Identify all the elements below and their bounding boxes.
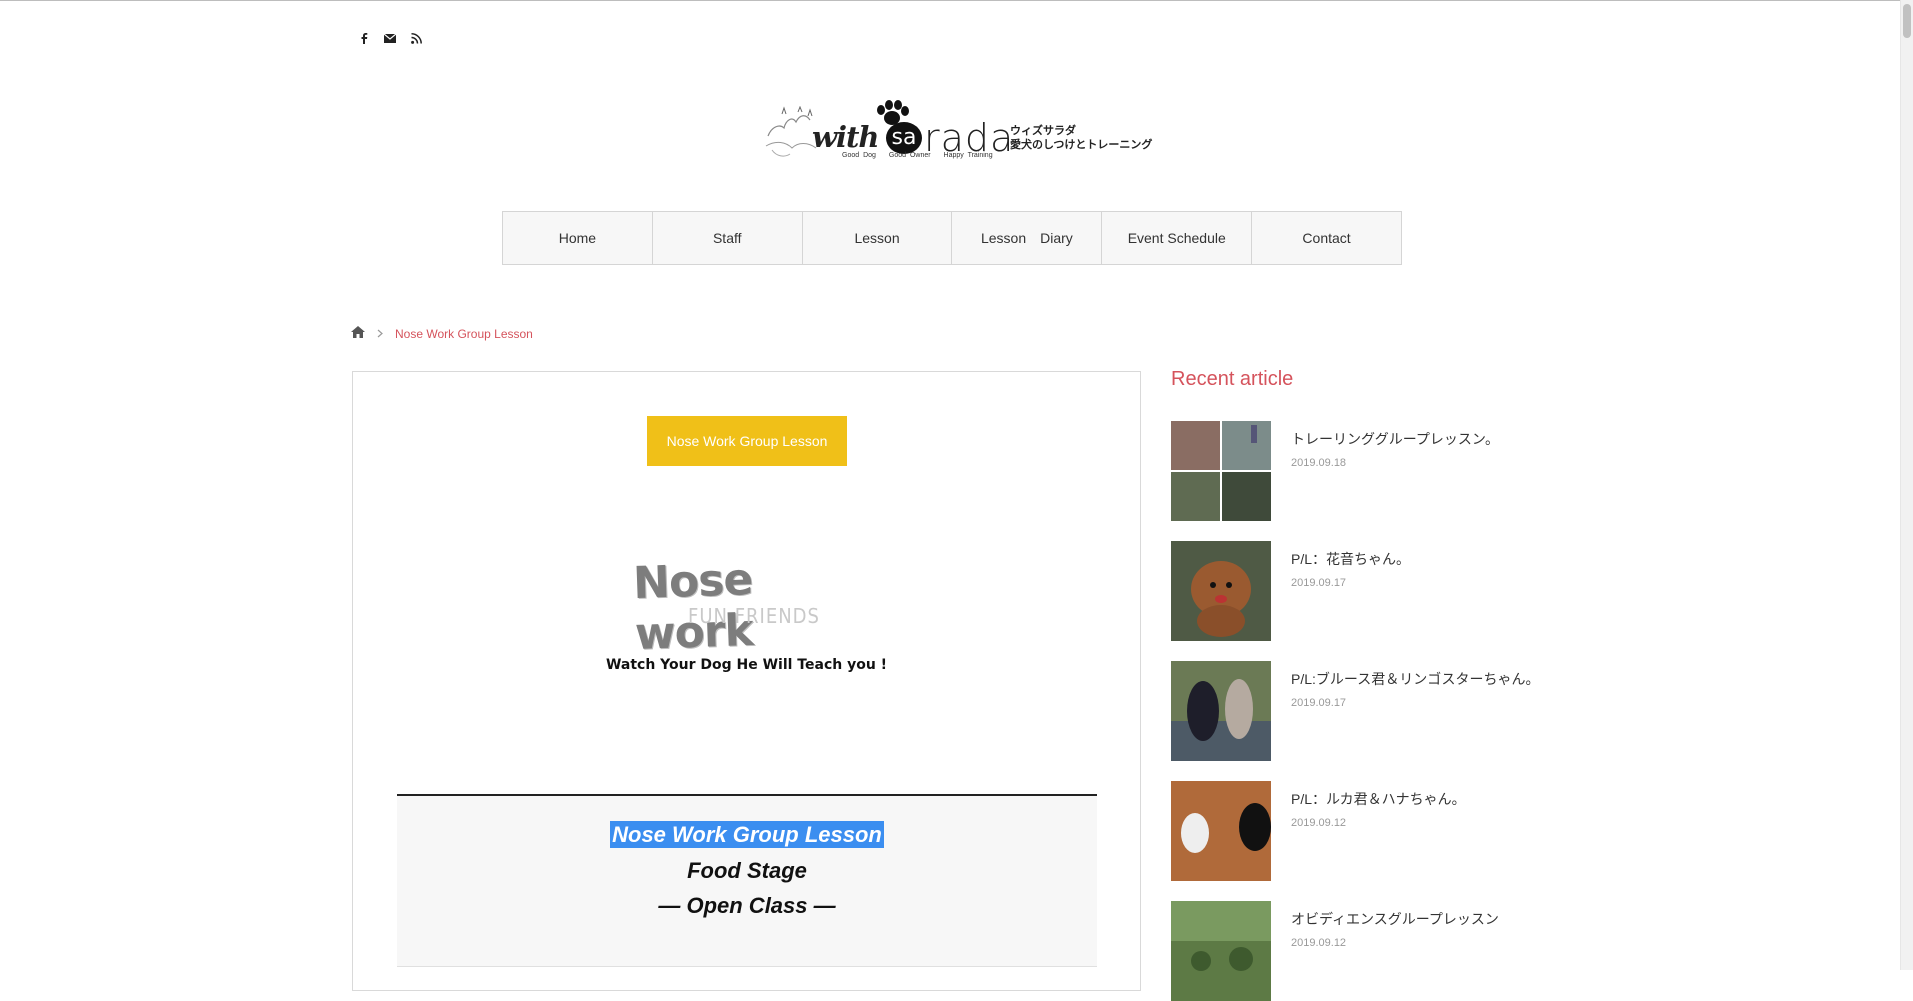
home-icon[interactable] <box>351 326 365 341</box>
article-thumbnail[interactable] <box>1171 541 1271 641</box>
recent-article-item[interactable]: トレーリンググループレッスン。 2019.09.18 <box>1171 421 1611 521</box>
nose-work-logo: Nose work FUN FRIENDS <box>628 552 868 660</box>
logo-mark: sa <box>886 122 922 154</box>
main-navigation: Home Staff Lesson Lesson Diary Event Sch… <box>502 211 1402 265</box>
article-date: 2019.09.18 <box>1291 457 1347 469</box>
recent-article-item[interactable]: オビディエンスグループレッスン 2019.09.12 <box>1171 901 1611 1001</box>
chevron-right-icon <box>377 327 383 341</box>
article-thumbnail[interactable] <box>1171 781 1271 881</box>
nav-item-contact[interactable]: Contact <box>1252 212 1401 264</box>
article-date: 2019.09.12 <box>1291 817 1347 829</box>
main-content: Nose Work Group Lesson Nose work FUN FRI… <box>352 371 1141 991</box>
logo-good-owner: Good Owner <box>888 152 931 159</box>
breadcrumb-current[interactable]: Nose Work Group Lesson <box>395 327 533 341</box>
article-date: 2019.09.17 <box>1291 577 1347 589</box>
tagline: Watch Your Dog He Will Teach you ! <box>605 657 888 673</box>
selected-text[interactable]: Nose Work Group Lesson <box>610 821 884 848</box>
social-links <box>356 30 424 46</box>
recent-article-item[interactable]: P/L:ブルース君＆リンゴスターちゃん。 2019.09.17 <box>1171 661 1611 761</box>
nav-item-lesson-diary[interactable]: Lesson Diary <box>952 212 1103 264</box>
article-date: 2019.09.17 <box>1291 697 1347 709</box>
article-title[interactable]: P/L:ブルース君＆リンゴスターちゃん。 <box>1291 669 1539 689</box>
sidebar: Recent article トレーリンググループレッスン。 2019.09.1… <box>1171 368 1611 1001</box>
logo-good-dog: Good Dog <box>842 152 876 159</box>
nav-item-home[interactable]: Home <box>503 212 653 264</box>
facebook-icon[interactable] <box>356 30 372 46</box>
article-title[interactable]: オビディエンスグループレッスン <box>1291 909 1499 929</box>
article-title[interactable]: P/L：ルカ君＆ハナちゃん。 <box>1291 789 1466 809</box>
logo-with-text: with <box>812 120 879 154</box>
article-date: 2019.09.12 <box>1291 937 1347 949</box>
nav-item-event-schedule[interactable]: Event Schedule <box>1102 212 1253 264</box>
recent-article-item[interactable]: P/L：ルカ君＆ハナちゃん。 2019.09.12 <box>1171 781 1611 881</box>
logo-jp-tagline: 愛犬のしつけとトレーニング <box>1010 139 1153 151</box>
fun-friends-text: FUN FRIENDS <box>688 604 820 628</box>
lesson-class-line: — Open Class — <box>658 893 836 918</box>
article-title[interactable]: P/L：花音ちゃん。 <box>1291 549 1410 569</box>
logo-happy-training: Happy Training <box>943 152 993 159</box>
lesson-title-line: Nose Work Group Lesson <box>397 821 1097 848</box>
nav-item-lesson[interactable]: Lesson <box>803 212 953 264</box>
browser-top-border <box>0 0 1913 1</box>
article-thumbnail[interactable] <box>1171 661 1271 761</box>
article-title[interactable]: トレーリンググループレッスン。 <box>1291 429 1499 449</box>
lesson-stage-line: Food Stage <box>687 858 807 883</box>
nav-item-staff[interactable]: Staff <box>653 212 803 264</box>
article-thumbnail[interactable] <box>1171 901 1271 1001</box>
scrollbar-thumb[interactable] <box>1903 4 1911 38</box>
site-logo[interactable]: with sa rada ウィズサラダ 愛犬のしつけとトレーニング Good D… <box>760 100 1153 170</box>
page-title-button[interactable]: Nose Work Group Lesson <box>647 416 847 466</box>
lesson-info-box: Nose Work Group Lesson Food Stage — Open… <box>397 794 1097 967</box>
recent-article-heading: Recent article <box>1171 368 1294 390</box>
breadcrumb: Nose Work Group Lesson <box>351 326 533 341</box>
rss-icon[interactable] <box>408 30 424 46</box>
recent-article-item[interactable]: P/L：花音ちゃん。 2019.09.17 <box>1171 541 1611 641</box>
mail-icon[interactable] <box>382 30 398 46</box>
logo-subtags: Good Dog Good Owner Happy Training <box>842 152 1002 159</box>
page-scrollbar[interactable] <box>1900 0 1913 970</box>
article-thumbnail[interactable] <box>1171 421 1271 521</box>
